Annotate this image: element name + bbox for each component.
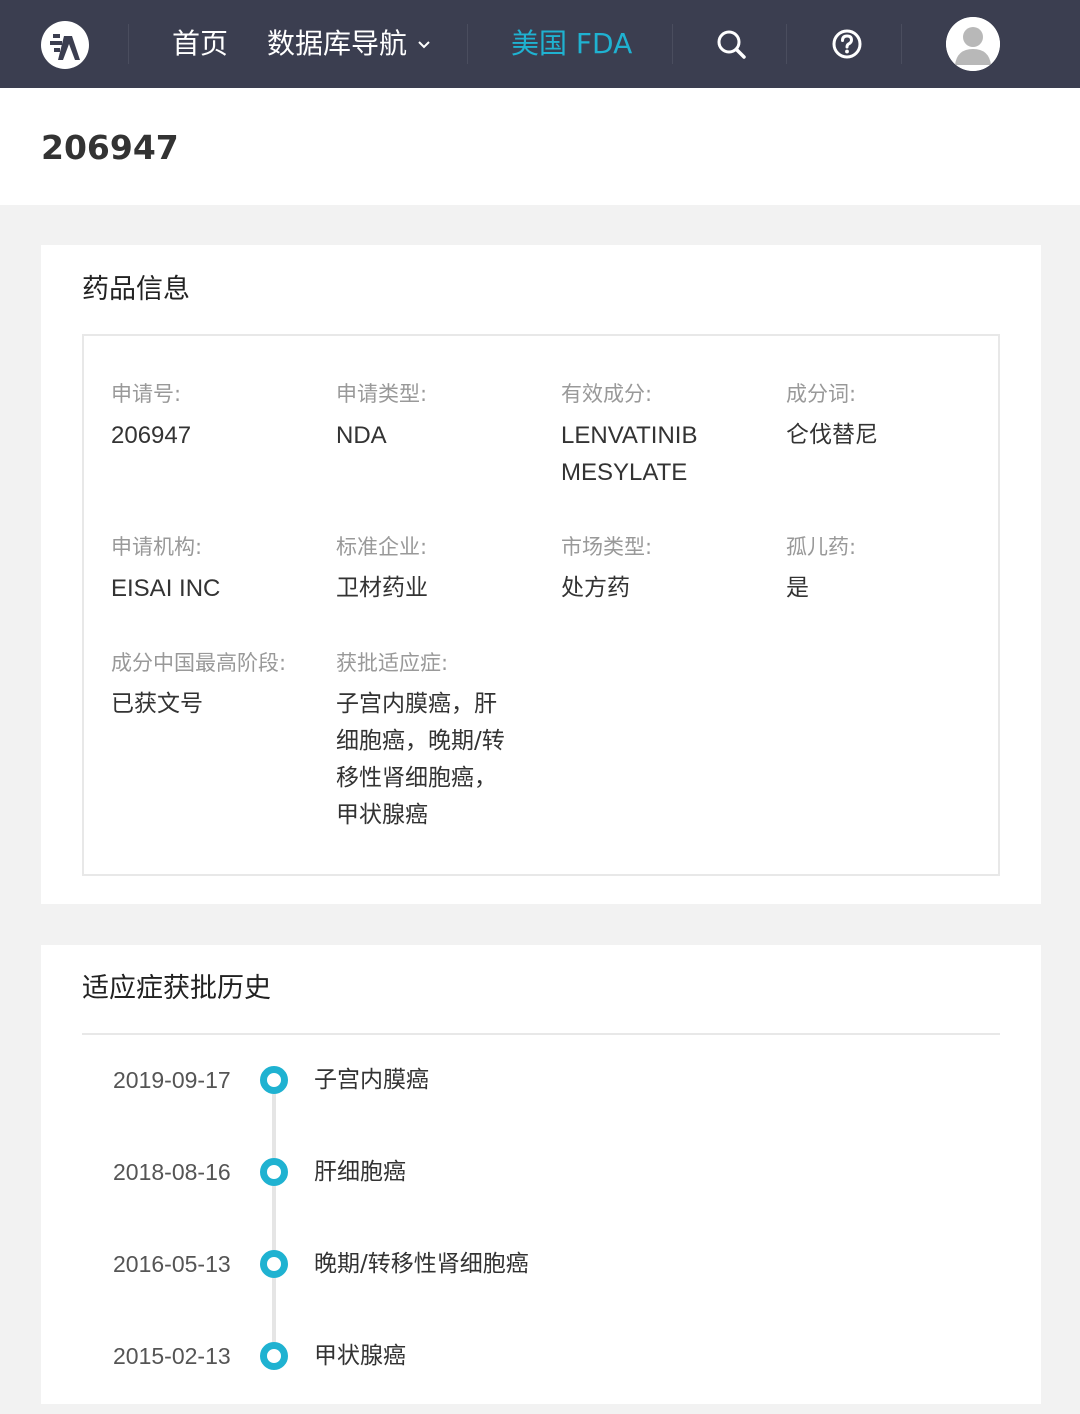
timeline-item: 2019-09-17 子宫内膜癌 (41, 1061, 1041, 1101)
search-icon[interactable] (715, 28, 747, 60)
field-label: 标准企业: (336, 535, 428, 559)
field-value: EISAI INC (111, 575, 221, 602)
timeline-indication: 晚期/转移性肾细胞癌 (314, 1251, 529, 1277)
drug-info-title: 药品信息 (82, 274, 190, 305)
field-application-type: 申请类型: NDA (336, 379, 546, 454)
drug-info-grid: 申请号: 206947 申请类型: NDA 有效成分: LENVATINIB M… (82, 334, 1000, 876)
logo-icon[interactable] (40, 20, 90, 70)
approval-history-card: 适应症获批历史 2019-09-17 子宫内膜癌 2018-08-16 肝细胞癌… (41, 945, 1041, 1404)
timeline-indication: 甲状腺癌 (314, 1343, 406, 1369)
field-value: 是 (786, 575, 809, 601)
field-value: LENVATINIB MESYLATE (561, 422, 698, 486)
field-label: 申请类型: (336, 382, 428, 406)
timeline-indication: 肝细胞癌 (314, 1159, 406, 1185)
timeline-dot-icon (260, 1342, 288, 1370)
field-label: 申请号: (111, 382, 182, 406)
timeline-dot-icon (260, 1066, 288, 1094)
nav-home[interactable]: 首页 (172, 26, 228, 62)
divider (82, 1033, 1000, 1035)
field-value: 处方药 (561, 575, 630, 601)
timeline-item: 2015-02-13 甲状腺癌 (41, 1337, 1041, 1377)
field-value: 子宫内膜癌，肝细胞癌，晚期/转移性肾细胞癌，甲状腺癌 (336, 691, 505, 828)
nav-divider (467, 24, 468, 64)
field-label: 获批适应症: (336, 651, 449, 675)
field-application-number: 申请号: 206947 (111, 379, 321, 454)
nav-us-fda[interactable]: 美国 FDA (511, 26, 632, 62)
timeline-date: 2018-08-16 (113, 1159, 231, 1185)
timeline-dot-icon (260, 1250, 288, 1278)
nav-divider (672, 24, 673, 64)
field-value: NDA (336, 422, 387, 449)
nav-database-label: 数据库导航 (267, 27, 408, 60)
timeline-date: 2019-09-17 (113, 1067, 231, 1093)
field-market-type: 市场类型: 处方药 (561, 532, 771, 607)
approval-history-title: 适应症获批历史 (82, 973, 271, 1004)
field-standard-company: 标准企业: 卫材药业 (336, 532, 546, 607)
timeline-item: 2016-05-13 晚期/转移性肾细胞癌 (41, 1245, 1041, 1285)
field-value: 已获文号 (111, 691, 203, 717)
help-icon[interactable] (831, 28, 863, 60)
user-avatar-icon (946, 17, 1000, 71)
nav-divider (786, 24, 787, 64)
field-label: 孤儿药: (786, 535, 857, 559)
page-header: 206947 (0, 88, 1080, 205)
field-active-ingredient: 有效成分: LENVATINIB MESYLATE (561, 379, 761, 491)
nav-divider (901, 24, 902, 64)
nav-divider (128, 24, 129, 64)
nav-database-menu[interactable]: 数据库导航 (267, 26, 431, 62)
field-orphan-drug: 孤儿药: 是 (786, 532, 996, 607)
field-approved-indications: 获批适应症: 子宫内膜癌，肝细胞癌，晚期/转移性肾细胞癌，甲状腺癌 (336, 648, 546, 834)
field-ingredient-name: 成分词: 仑伐替尼 (786, 379, 996, 454)
field-label: 有效成分: (561, 382, 653, 406)
field-applicant: 申请机构: EISAI INC (111, 532, 321, 607)
timeline-line (272, 1080, 276, 1356)
field-label: 成分词: (786, 382, 857, 406)
timeline-item: 2018-08-16 肝细胞癌 (41, 1153, 1041, 1193)
drug-info-card: 药品信息 申请号: 206947 申请类型: NDA 有效成分: LENVATI… (41, 245, 1041, 904)
user-avatar[interactable] (946, 17, 1000, 71)
field-value: 206947 (111, 422, 192, 449)
field-china-highest-stage: 成分中国最高阶段: 已获文号 (111, 648, 321, 723)
field-label: 申请机构: (111, 535, 203, 559)
field-value: 仑伐替尼 (786, 422, 878, 448)
field-label: 市场类型: (561, 535, 653, 559)
top-navigation-bar: 首页 数据库导航 美国 FDA (0, 0, 1080, 88)
field-value: 卫材药业 (336, 575, 428, 601)
timeline-date: 2016-05-13 (113, 1251, 231, 1277)
timeline-indication: 子宫内膜癌 (314, 1067, 429, 1093)
page-title: 206947 (41, 128, 179, 167)
timeline-dot-icon (260, 1158, 288, 1186)
chevron-down-icon (418, 41, 430, 49)
timeline-date: 2015-02-13 (113, 1343, 231, 1369)
field-label: 成分中国最高阶段: (111, 651, 287, 675)
